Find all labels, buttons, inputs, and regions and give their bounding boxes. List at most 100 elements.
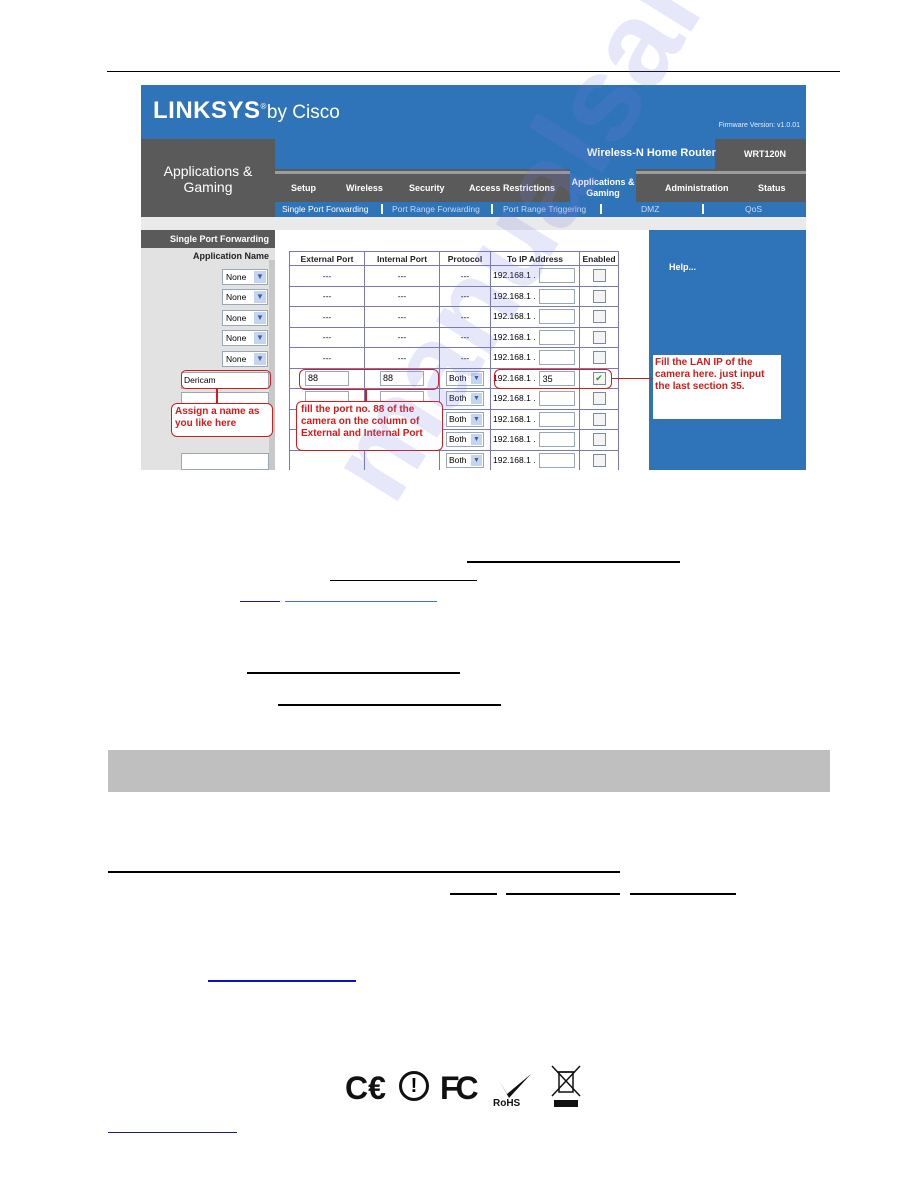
col-protocol: Protocol: [439, 251, 491, 266]
tab-security[interactable]: Security: [409, 183, 445, 193]
internal-port-input[interactable]: [380, 453, 424, 468]
subtab-single-port-forwarding[interactable]: Single Port Forwarding: [282, 204, 368, 214]
enabled-checkbox[interactable]: [592, 453, 606, 467]
ip-last-octet-input[interactable]: [538, 329, 575, 345]
table-row: --- --- --- 192.168.1 .: [289, 265, 619, 287]
ip-last-octet-input[interactable]: [538, 288, 575, 304]
ip-last-octet-input[interactable]: [538, 268, 575, 284]
tab-administration[interactable]: Administration: [665, 183, 729, 193]
text-underline: [630, 893, 736, 895]
table-row: Both ▼ 192.168.1 .: [289, 449, 619, 470]
table-row: --- --- --- 192.168.1 .: [289, 326, 619, 348]
ip-last-octet-input[interactable]: [538, 432, 575, 448]
internal-port-cell: ---: [364, 347, 440, 369]
protocol-cell: ---: [439, 265, 491, 287]
router-screenshot: LINKSYS®by Cisco Firmware Version: v1.0.…: [141, 85, 806, 470]
enabled-cell: [579, 388, 619, 410]
chevron-down-icon: ▼: [254, 353, 266, 365]
rohs-mark-icon: RoHS: [493, 1070, 537, 1109]
chevron-down-icon: ▼: [471, 413, 482, 425]
protocol-cell: ---: [439, 285, 491, 307]
col-internal-port: Internal Port: [364, 251, 440, 266]
text-underline: [247, 672, 460, 674]
enabled-checkbox[interactable]: [592, 392, 606, 406]
ip-last-octet-input[interactable]: [538, 309, 575, 325]
protocol-select[interactable]: Both ▼: [446, 370, 484, 386]
ip-prefix: 192.168.1: [493, 434, 531, 444]
application-select[interactable]: None ▼: [222, 310, 268, 326]
enabled-cell: [579, 408, 619, 430]
ip-prefix: 192.168.1: [493, 290, 531, 301]
enabled-cell: [579, 347, 619, 369]
tab-access-restrictions[interactable]: Access Restrictions: [469, 183, 555, 193]
external-port-cell: ---: [289, 326, 365, 348]
enabled-cell: [579, 285, 619, 307]
ip-annotation: Fill the LAN IP of the camera here. just…: [653, 355, 781, 419]
ip-address-cell: 192.168.1 .: [490, 388, 580, 410]
subtab-port-range-forwarding[interactable]: Port Range Forwarding: [392, 204, 480, 214]
protocol-select[interactable]: Both ▼: [446, 391, 484, 407]
text-underline: [506, 893, 620, 895]
enabled-checkbox[interactable]: [592, 269, 606, 283]
enabled-checkbox[interactable]: [592, 412, 606, 426]
internal-port-cell: ---: [364, 326, 440, 348]
single-port-forwarding-heading: Single Port Forwarding: [141, 230, 275, 248]
help-link[interactable]: Help...: [669, 262, 696, 272]
protocol-select[interactable]: Both ▼: [446, 432, 484, 448]
ip-last-octet-input[interactable]: [538, 350, 575, 366]
protocol-select[interactable]: Both ▼: [446, 411, 484, 427]
application-name-label: Application Name: [192, 251, 269, 261]
ip-address-cell: 192.168.1 .: [490, 265, 580, 287]
enabled-checkbox[interactable]: [592, 433, 606, 447]
chevron-down-icon: ▼: [471, 454, 482, 466]
link-underline[interactable]: [285, 601, 437, 602]
enabled-checkbox[interactable]: [592, 330, 606, 344]
enabled-cell: [579, 429, 619, 451]
enabled-cell: [579, 449, 619, 470]
chevron-down-icon: ▼: [254, 332, 266, 344]
application-name-input[interactable]: [181, 453, 269, 470]
application-select[interactable]: None ▼: [222, 351, 268, 367]
chevron-down-icon: ▼: [254, 271, 266, 283]
enabled-checkbox[interactable]: [592, 310, 606, 324]
tab-wireless[interactable]: Wireless: [346, 183, 383, 193]
application-select[interactable]: None ▼: [222, 269, 268, 285]
enabled-checkbox[interactable]: [592, 351, 606, 365]
router-name: Wireless-N Home Router: [587, 147, 716, 159]
ip-highlight: [494, 369, 612, 389]
tab-status[interactable]: Status: [758, 183, 786, 193]
tab-applications-gaming[interactable]: Applications & Gaming: [570, 169, 636, 202]
rohs-label: RoHS: [493, 1098, 521, 1108]
ip-address-cell: 192.168.1 .: [490, 429, 580, 451]
ip-address-cell: 192.168.1 .: [490, 347, 580, 369]
protocol-select[interactable]: Both ▼: [446, 452, 484, 468]
ip-last-octet-input[interactable]: [538, 391, 575, 407]
link-underline[interactable]: [240, 601, 280, 602]
chevron-down-icon: ▼: [254, 291, 266, 303]
col-external-port: External Port: [289, 251, 365, 266]
external-port-cell: ---: [289, 306, 365, 328]
ip-last-octet-input[interactable]: [538, 411, 575, 427]
subtab-dmz[interactable]: DMZ: [641, 204, 659, 214]
protocol-cell: ---: [439, 347, 491, 369]
protocol-cell: Both ▼: [439, 449, 491, 470]
application-select[interactable]: None ▼: [222, 289, 268, 305]
enabled-checkbox[interactable]: [592, 289, 606, 303]
external-port-input[interactable]: [305, 453, 349, 468]
subtab-port-range-triggering[interactable]: Port Range Triggering: [503, 204, 586, 214]
internal-port-cell: ---: [364, 285, 440, 307]
footer-link-underline[interactable]: [108, 1132, 237, 1133]
application-select[interactable]: None ▼: [222, 330, 268, 346]
subtab-qos[interactable]: QoS: [745, 204, 762, 214]
chevron-down-icon: ▼: [471, 372, 482, 384]
text-underline: [330, 580, 477, 581]
tab-setup[interactable]: Setup: [291, 183, 316, 193]
weee-bin-icon: [550, 1064, 582, 1110]
ip-address-cell: 192.168.1 .: [490, 408, 580, 430]
link-underline[interactable]: [208, 980, 356, 982]
table-row: --- --- --- 192.168.1 .: [289, 285, 619, 307]
ip-last-octet-input[interactable]: [538, 452, 575, 468]
ip-prefix: 192.168.1: [493, 454, 531, 465]
fcc-mark-icon: FC: [440, 1070, 479, 1106]
subnav-separator: [702, 204, 704, 214]
